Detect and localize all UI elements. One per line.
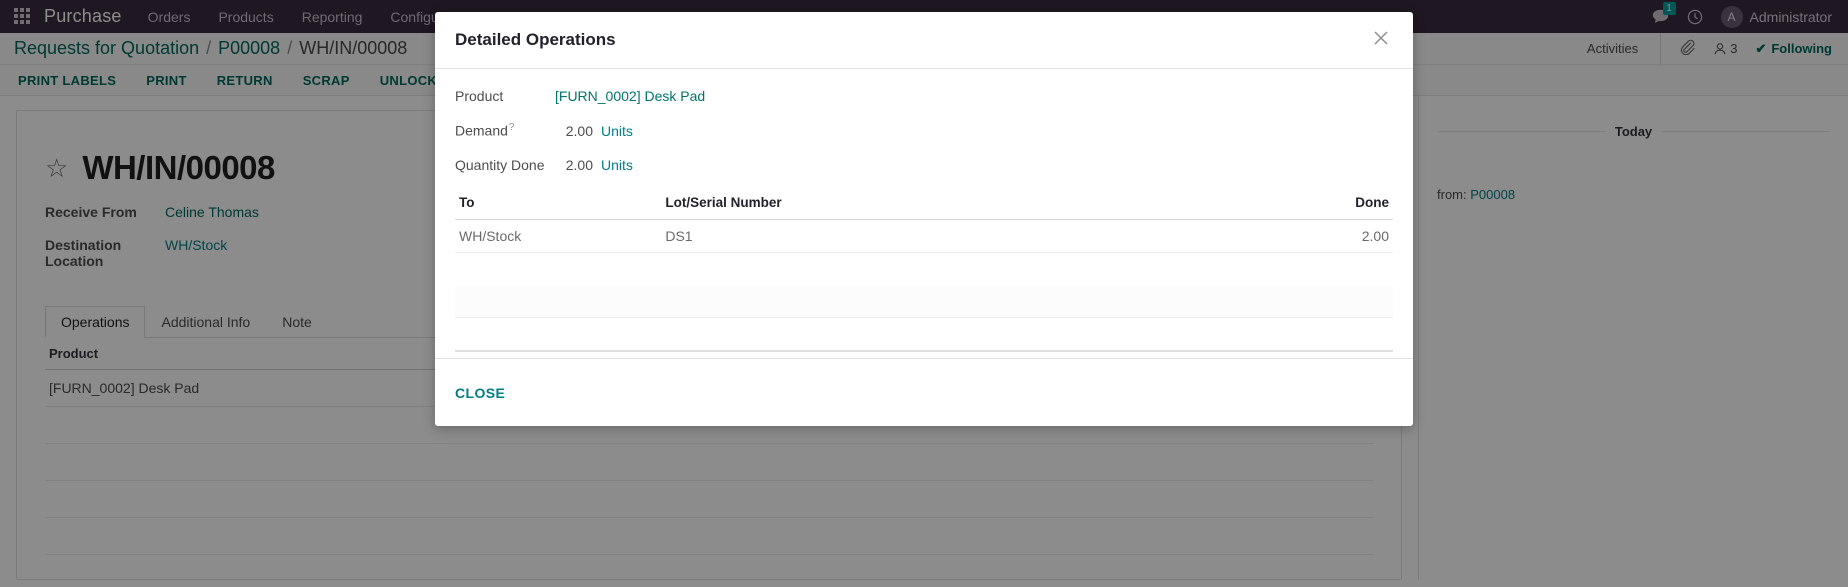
- cell-empty: [1205, 317, 1393, 353]
- help-tooltip-icon[interactable]: ?: [509, 122, 515, 133]
- modal-value-product[interactable]: [FURN_0002] Desk Pad: [555, 88, 705, 104]
- modal-value-quantity-done-qty: 2.00: [565, 156, 593, 173]
- modal-field-product: Product [FURN_0002] Desk Pad: [455, 88, 1393, 104]
- ops-header-row: To Lot/Serial Number Done: [455, 190, 1393, 220]
- cell-empty: [1205, 284, 1393, 319]
- cell-done: 2.00: [1205, 219, 1393, 253]
- col-header-lot-serial-number: Lot/Serial Number: [661, 190, 1206, 220]
- close-button[interactable]: CLOSE: [455, 385, 505, 401]
- ops-table-body: WH/Stock DS1 2.00: [455, 219, 1393, 353]
- col-header-to: To: [455, 190, 662, 220]
- modal-value-quantity-done-unit: Units: [601, 156, 633, 173]
- cell-empty: [455, 284, 662, 319]
- modal-label-demand-text: Demand: [455, 122, 508, 139]
- cell-empty: [455, 317, 662, 353]
- modal-label-quantity-done: Quantity Done: [455, 156, 545, 173]
- table-row-footer: [455, 317, 1393, 353]
- cell-empty: [661, 284, 1206, 319]
- table-row[interactable]: WH/Stock DS1 2.00: [455, 219, 1393, 253]
- dialog-title: Detailed Operations: [455, 30, 616, 49]
- modal-value-demand-unit: Units: [601, 122, 633, 139]
- table-row-spacer: [455, 252, 1393, 285]
- detailed-operations-dialog: Detailed Operations Product [FURN_0002] …: [435, 12, 1413, 427]
- close-icon[interactable]: [1371, 28, 1391, 53]
- cell-lot-serial-number: DS1: [661, 219, 1206, 253]
- cell-empty: [455, 252, 661, 285]
- detailed-operations-table: To Lot/Serial Number Done WH/Stock DS1 2…: [455, 190, 1393, 353]
- cell-empty: [661, 317, 1206, 353]
- dialog-header: Detailed Operations: [435, 12, 1413, 69]
- cell-to: WH/Stock: [455, 219, 662, 253]
- modal-value-demand-qty: 2.00: [565, 122, 593, 139]
- modal-field-quantity-done: Quantity Done 2.00 Units: [455, 157, 1393, 173]
- cell-empty: [1205, 252, 1393, 285]
- screen-root: Purchase Orders Products Reporting Confi…: [0, 0, 1848, 587]
- cell-empty: [661, 252, 1205, 285]
- ops-table-head: To Lot/Serial Number Done: [455, 190, 1393, 220]
- dialog-body: Product [FURN_0002] Desk Pad Demand? 2.0…: [435, 69, 1413, 358]
- modal-label-product: Product: [455, 88, 504, 104]
- table-row-empty[interactable]: [455, 284, 1393, 319]
- modal-label-demand: Demand?: [455, 122, 555, 139]
- modal-field-demand: Demand? 2.00 Units: [455, 122, 1393, 139]
- dialog-footer: CLOSE: [435, 358, 1413, 426]
- col-header-done: Done: [1205, 190, 1393, 220]
